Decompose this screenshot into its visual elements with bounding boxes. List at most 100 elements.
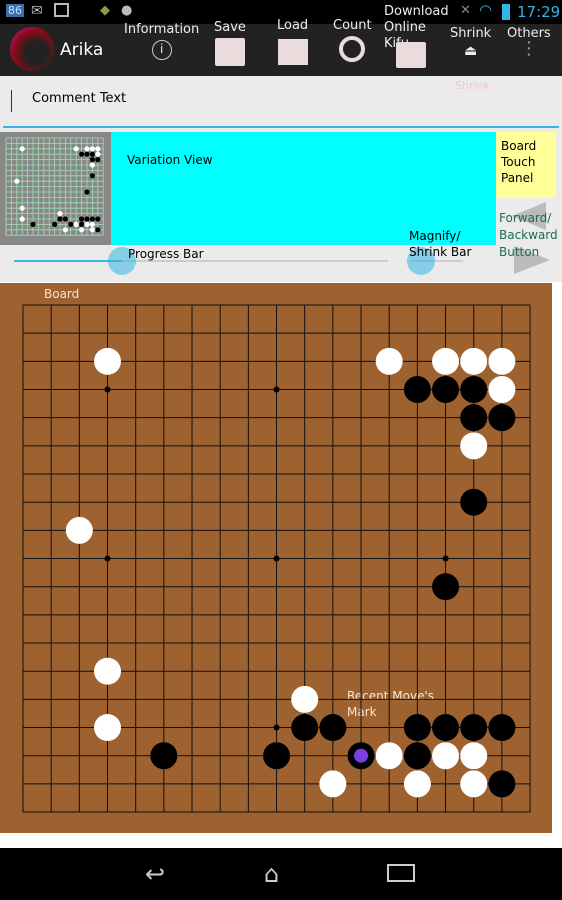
white-stone — [375, 347, 403, 375]
go-board[interactable]: Board Recent Move's Mark — [0, 283, 552, 833]
star-point — [273, 386, 280, 393]
thumb-black-stone — [89, 151, 95, 157]
thumb-black-stone — [68, 221, 74, 227]
information-label: Information — [124, 22, 200, 37]
thumb-black-stone — [79, 221, 85, 227]
white-stone — [319, 770, 347, 798]
thumb-black-stone — [89, 216, 95, 222]
info-icon: i — [151, 40, 172, 60]
android-debug-icon: ◆ — [100, 3, 110, 18]
thumb-black-stone — [89, 157, 95, 163]
save-button[interactable]: Save — [214, 20, 246, 66]
information-button[interactable]: Information i — [124, 22, 199, 60]
comment-area[interactable]: Comment Text Shrink — [0, 76, 562, 132]
thumb-white-stone — [19, 205, 25, 211]
black-stone — [432, 573, 460, 601]
white-stone — [460, 432, 488, 460]
star-point — [273, 724, 280, 731]
black-stone — [488, 404, 516, 432]
black-stone — [460, 488, 488, 516]
overflow-menu-icon: ⋮ — [519, 38, 538, 59]
action-bar: Arika Information i Save Load Count Down… — [0, 4, 562, 76]
black-stone — [403, 714, 431, 742]
home-icon[interactable]: ⌂ — [264, 860, 279, 888]
thumb-black-stone — [30, 221, 36, 227]
white-stone — [94, 714, 122, 742]
variation-label: Variation View — [127, 153, 213, 167]
wifi-icon: ◠ — [479, 1, 493, 19]
others-button[interactable]: Others ⋮ — [507, 26, 551, 59]
thumb-white-stone — [79, 227, 85, 233]
mute-icon: ✕ — [460, 3, 471, 18]
thumb-white-stone — [84, 221, 90, 227]
thumb-black-stone — [84, 151, 90, 157]
progress-fill — [14, 260, 123, 262]
notification-badge: 86 — [6, 4, 24, 17]
thumb-black-stone — [79, 216, 85, 222]
comment-text: Comment Text — [32, 91, 127, 106]
target-icon — [339, 36, 366, 62]
count-label: Count — [333, 18, 372, 33]
thumb-white-stone — [57, 211, 63, 217]
black-stone — [432, 376, 460, 404]
save-icon — [214, 38, 245, 66]
white-stone — [375, 742, 403, 770]
thumb-white-stone — [95, 151, 101, 157]
recent-apps-icon[interactable] — [387, 864, 415, 882]
thumb-white-stone — [19, 216, 25, 222]
thumb-white-stone — [73, 146, 79, 152]
black-stone — [488, 770, 516, 798]
load-button[interactable]: Load — [277, 18, 308, 65]
magnify-bar[interactable] — [406, 247, 463, 275]
board-touch-panel[interactable]: Board Touch Panel — [496, 132, 556, 198]
android-icon: ● — [121, 3, 133, 18]
black-stone — [403, 376, 431, 404]
variation-panel: Variation View Board Touch Panel Forward… — [0, 132, 562, 282]
magnify-label: Magnify/ Shrink Bar — [409, 229, 472, 259]
white-stone — [460, 742, 488, 770]
count-button[interactable]: Count — [333, 18, 372, 62]
shrink-button[interactable]: Shrink ⏏ — [450, 26, 491, 59]
black-stone — [319, 714, 347, 742]
progress-label: Progress Bar — [128, 247, 204, 261]
black-stone — [488, 714, 516, 742]
board-grid[interactable] — [0, 283, 552, 833]
black-stone — [432, 714, 460, 742]
thumb-black-stone — [84, 216, 90, 222]
thumb-white-stone — [89, 146, 95, 152]
black-stone — [150, 742, 178, 770]
load-label: Load — [277, 18, 309, 33]
thumb-black-stone — [89, 173, 95, 179]
clock: 17:29 — [517, 3, 561, 21]
download-tray-icon — [396, 42, 426, 68]
thumb-black-stone — [84, 189, 90, 195]
save-label: Save — [214, 20, 246, 35]
thumb-white-stone — [89, 162, 95, 168]
black-stone — [291, 714, 319, 742]
thumb-black-stone — [57, 216, 63, 222]
text-cursor — [11, 90, 12, 112]
thumb-white-stone — [73, 221, 79, 227]
thumbnail-board[interactable] — [0, 132, 111, 245]
eject-icon: ⏏ — [463, 43, 478, 59]
app-logo[interactable] — [10, 27, 54, 71]
thumb-white-stone — [14, 178, 20, 184]
download-kifu-button[interactable]: Download Online Kifu — [384, 4, 454, 68]
white-stone — [432, 742, 460, 770]
back-icon[interactable]: ↩ — [145, 860, 165, 888]
white-stone — [94, 657, 122, 685]
white-stone — [460, 770, 488, 798]
thumb-black-stone — [95, 157, 101, 163]
thumb-black-stone — [79, 151, 85, 157]
white-stone — [403, 770, 431, 798]
folder-icon — [277, 39, 308, 65]
comment-underline — [3, 126, 559, 128]
thumb-white-stone — [19, 146, 25, 152]
battery-icon — [502, 4, 510, 20]
thumb-black-stone — [95, 216, 101, 222]
shrink-label: Shrink — [450, 26, 492, 41]
star-point — [442, 555, 449, 562]
thumb-white-stone — [84, 146, 90, 152]
thumb-white-stone — [62, 227, 68, 233]
gmail-icon: ✉ — [31, 3, 43, 19]
